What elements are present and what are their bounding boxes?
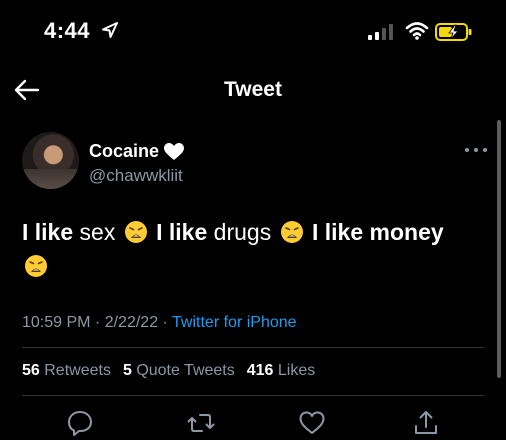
scrollbar[interactable] [497, 120, 501, 378]
avatar[interactable] [22, 132, 79, 189]
nav-bar: Tweet [0, 60, 506, 120]
divider [22, 347, 484, 348]
tweet-actions [0, 405, 506, 440]
retweets-label: Retweets [44, 362, 111, 379]
quote-tweets-count: 5 [122, 362, 132, 379]
retweet-icon[interactable] [187, 409, 215, 437]
tweet-date: 2/22/22 [104, 314, 159, 331]
meta-separator: · [90, 314, 105, 331]
tweet-text-segment: sex [73, 219, 122, 245]
tweet-source-link[interactable]: Twitter for iPhone [172, 314, 297, 331]
tweet-time: 10:59 PM [22, 314, 91, 331]
meta-separator: · [158, 314, 173, 331]
location-arrow-icon [102, 22, 118, 38]
avatar-photo-detail [22, 169, 79, 189]
likes-label: Likes [277, 362, 316, 379]
status-bar: 4:44 [0, 0, 506, 60]
retweets-count: 56 [22, 362, 40, 379]
like-heart-icon[interactable] [298, 409, 326, 437]
author-display-name[interactable]: Cocaine [89, 141, 159, 162]
weary-face-emoji [25, 255, 47, 277]
more-dots-icon[interactable] [463, 143, 489, 157]
author-handle[interactable]: @chawwkliit [89, 166, 183, 186]
quote-tweets-stat[interactable]: 5 Quote Tweets [123, 362, 235, 380]
divider [22, 395, 484, 396]
tweet-meta: 10:59 PM · 2/22/22 · Twitter for iPhone [22, 314, 297, 332]
weary-face-emoji [124, 221, 147, 243]
wifi-icon [405, 22, 429, 40]
cell-signal-icon [368, 24, 393, 40]
tweet-text-segment: drugs [207, 219, 278, 245]
weary-face-emoji [280, 221, 303, 243]
status-time: 4:44 [44, 18, 91, 43]
tweet-text-segment: I like [156, 219, 208, 245]
likes-count: 416 [246, 362, 274, 379]
quote-tweets-label: Quote Tweets [136, 362, 235, 379]
tweet-stats: 56 Retweets 5 Quote Tweets 416 Likes [22, 362, 315, 380]
retweets-stat[interactable]: 56 Retweets [22, 362, 111, 380]
tweet-text-segment: I like [22, 219, 74, 245]
tweet-text: I like sex I like drugs I like money [22, 215, 492, 283]
white-heart-icon [164, 142, 185, 160]
share-icon[interactable] [412, 409, 440, 437]
author-name-row[interactable]: Cocaine [89, 141, 185, 162]
tweet-text-segment: I like money [312, 219, 444, 245]
reply-icon[interactable] [66, 409, 94, 437]
likes-stat[interactable]: 416 Likes [247, 362, 316, 380]
battery-charging-icon [435, 23, 472, 41]
page-title: Tweet [224, 78, 282, 101]
